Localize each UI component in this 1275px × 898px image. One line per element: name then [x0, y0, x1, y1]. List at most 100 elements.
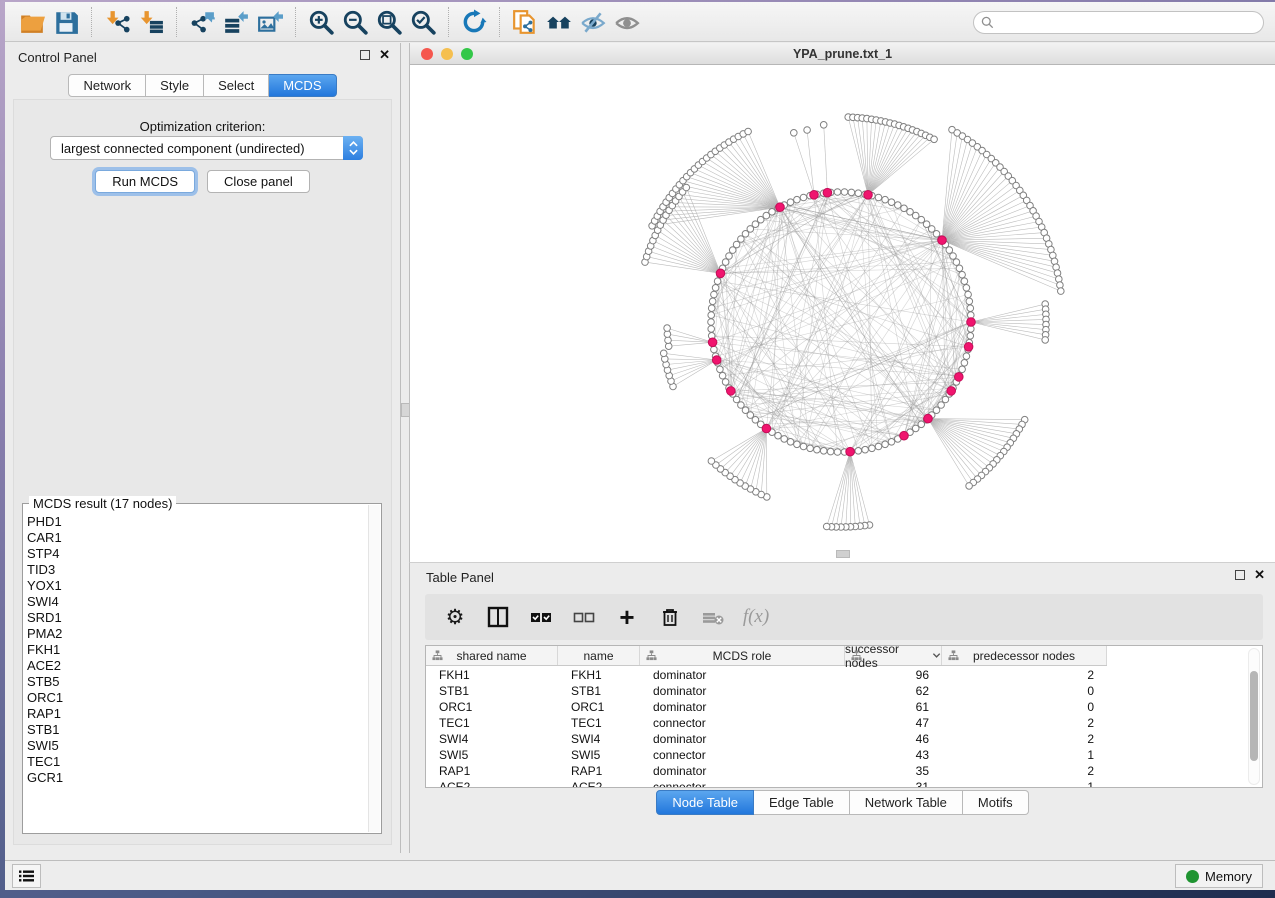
columns-icon[interactable] — [485, 604, 511, 630]
tab-mcds[interactable]: MCDS — [269, 74, 336, 97]
open-file-button[interactable] — [15, 6, 49, 38]
table-row[interactable]: TEC1TEC1connector472 — [426, 715, 1262, 731]
list-item[interactable]: CAR1 — [27, 530, 367, 546]
list-item[interactable]: TID3 — [27, 562, 367, 578]
function-builder-icon[interactable]: f(x) — [743, 604, 769, 630]
table-row[interactable]: ACE2ACE2connector311 — [426, 779, 1262, 788]
table-panel-title: Table Panel — [426, 570, 494, 585]
horizontal-splitter-handle[interactable] — [836, 550, 850, 558]
close-table-panel-icon[interactable]: ✕ — [1254, 570, 1265, 580]
import-network-icon — [104, 9, 130, 35]
table-cell: TEC1 — [426, 716, 558, 730]
delete-column-icon[interactable] — [657, 604, 683, 630]
deselect-all-icon[interactable] — [571, 604, 597, 630]
export-image-icon — [257, 9, 283, 35]
column-header-MCDS-role[interactable]: MCDS role — [640, 646, 845, 665]
export-image-button[interactable] — [253, 6, 287, 38]
tab-edge-table[interactable]: Edge Table — [754, 790, 850, 815]
list-item[interactable]: GCR1 — [27, 770, 367, 786]
task-history-button[interactable] — [12, 864, 41, 888]
table-cell: STB1 — [558, 684, 640, 698]
export-table-button[interactable] — [219, 6, 253, 38]
export-table-icon — [223, 9, 249, 35]
mcds-result-box: MCDS result (17 nodes) PHD1CAR1STP4TID3Y… — [22, 503, 382, 834]
zoom-fit-button[interactable] — [372, 6, 406, 38]
list-item[interactable]: FKH1 — [27, 642, 367, 658]
refresh-button[interactable] — [457, 6, 491, 38]
import-table-button[interactable] — [134, 6, 168, 38]
select-all-icon[interactable] — [528, 604, 554, 630]
import-network-button[interactable] — [100, 6, 134, 38]
network-view-window: YPA_prune.txt_1 — [409, 43, 1275, 562]
table-cell: 0 — [942, 684, 1107, 698]
table-row[interactable]: SWI5SWI5connector431 — [426, 747, 1262, 763]
result-scrollbar[interactable] — [368, 505, 380, 832]
network-canvas[interactable] — [410, 65, 1275, 562]
list-item[interactable]: SRD1 — [27, 610, 367, 626]
table-cell: dominator — [640, 764, 845, 778]
network-graph[interactable] — [410, 65, 1275, 562]
network-window-title: YPA_prune.txt_1 — [410, 47, 1275, 61]
list-item[interactable]: PMA2 — [27, 626, 367, 642]
search-input[interactable] — [998, 16, 1248, 30]
tab-network[interactable]: Network — [68, 74, 146, 97]
zoom-out-button[interactable] — [338, 6, 372, 38]
tab-node-table[interactable]: Node Table — [656, 790, 754, 815]
table-cell: STB1 — [426, 684, 558, 698]
list-item[interactable]: SWI5 — [27, 738, 367, 754]
delete-table-icon[interactable] — [700, 604, 726, 630]
dropdown-stepper-icon — [343, 136, 363, 160]
clone-network-icon — [512, 9, 538, 35]
table-scrollbar-thumb[interactable] — [1250, 671, 1258, 761]
list-item[interactable]: STB5 — [27, 674, 367, 690]
list-item[interactable]: ACE2 — [27, 658, 367, 674]
table-scrollbar[interactable] — [1248, 648, 1260, 785]
table-cell: ORC1 — [426, 700, 558, 714]
tab-select[interactable]: Select — [204, 74, 269, 97]
zoom-out-icon — [342, 9, 368, 35]
close-panel-icon[interactable]: ✕ — [379, 50, 390, 60]
first-neighbors-button[interactable] — [542, 6, 576, 38]
list-item[interactable]: RAP1 — [27, 706, 367, 722]
list-item[interactable]: STP4 — [27, 546, 367, 562]
list-item[interactable]: SWI4 — [27, 594, 367, 610]
table-row[interactable]: ORC1ORC1dominator610 — [426, 699, 1262, 715]
export-network-button[interactable] — [185, 6, 219, 38]
network-window-titlebar[interactable]: YPA_prune.txt_1 — [410, 43, 1275, 65]
save-session-button[interactable] — [49, 6, 83, 38]
show-all-button[interactable] — [610, 6, 644, 38]
table-cell: 1 — [942, 748, 1107, 762]
tab-motifs[interactable]: Motifs — [963, 790, 1029, 815]
hide-selected-button[interactable] — [576, 6, 610, 38]
close-panel-button[interactable]: Close panel — [207, 170, 310, 193]
list-item[interactable]: YOX1 — [27, 578, 367, 594]
table-row[interactable]: FKH1FKH1dominator962 — [426, 667, 1262, 683]
list-item[interactable]: STB1 — [27, 722, 367, 738]
add-column-icon[interactable]: + — [614, 604, 640, 630]
column-header-name[interactable]: name — [558, 646, 640, 665]
float-panel-icon[interactable] — [360, 50, 370, 60]
tab-network-table[interactable]: Network Table — [850, 790, 963, 815]
tab-style[interactable]: Style — [146, 74, 204, 97]
column-header-successor-nodes[interactable]: successor nodes — [845, 646, 942, 665]
run-mcds-button[interactable]: Run MCDS — [95, 170, 195, 193]
list-item[interactable]: ORC1 — [27, 690, 367, 706]
zoom-in-icon — [308, 9, 334, 35]
table-panel: Table Panel ✕ ⚙ + f(x) shared namenameMCDS… — [409, 562, 1275, 853]
table-row[interactable]: RAP1RAP1dominator352 — [426, 763, 1262, 779]
column-header-shared-name[interactable]: shared name — [426, 646, 558, 665]
table-row[interactable]: STB1STB1dominator620 — [426, 683, 1262, 699]
mcds-result-list[interactable]: PHD1CAR1STP4TID3YOX1SWI4SRD1PMA2FKH1ACE2… — [27, 514, 367, 831]
zoom-selected-button[interactable] — [406, 6, 440, 38]
column-header-predecessor-nodes[interactable]: predecessor nodes — [942, 646, 1107, 665]
zoom-in-button[interactable] — [304, 6, 338, 38]
optimization-criterion-dropdown[interactable]: largest connected component (undirected) — [50, 136, 363, 160]
float-table-panel-icon[interactable] — [1235, 570, 1245, 580]
search-field[interactable] — [973, 11, 1264, 34]
table-row[interactable]: SWI4SWI4dominator462 — [426, 731, 1262, 747]
clone-network-button[interactable] — [508, 6, 542, 38]
memory-button[interactable]: Memory — [1175, 864, 1263, 888]
list-item[interactable]: PHD1 — [27, 514, 367, 530]
gear-icon[interactable]: ⚙ — [442, 604, 468, 630]
list-item[interactable]: TEC1 — [27, 754, 367, 770]
